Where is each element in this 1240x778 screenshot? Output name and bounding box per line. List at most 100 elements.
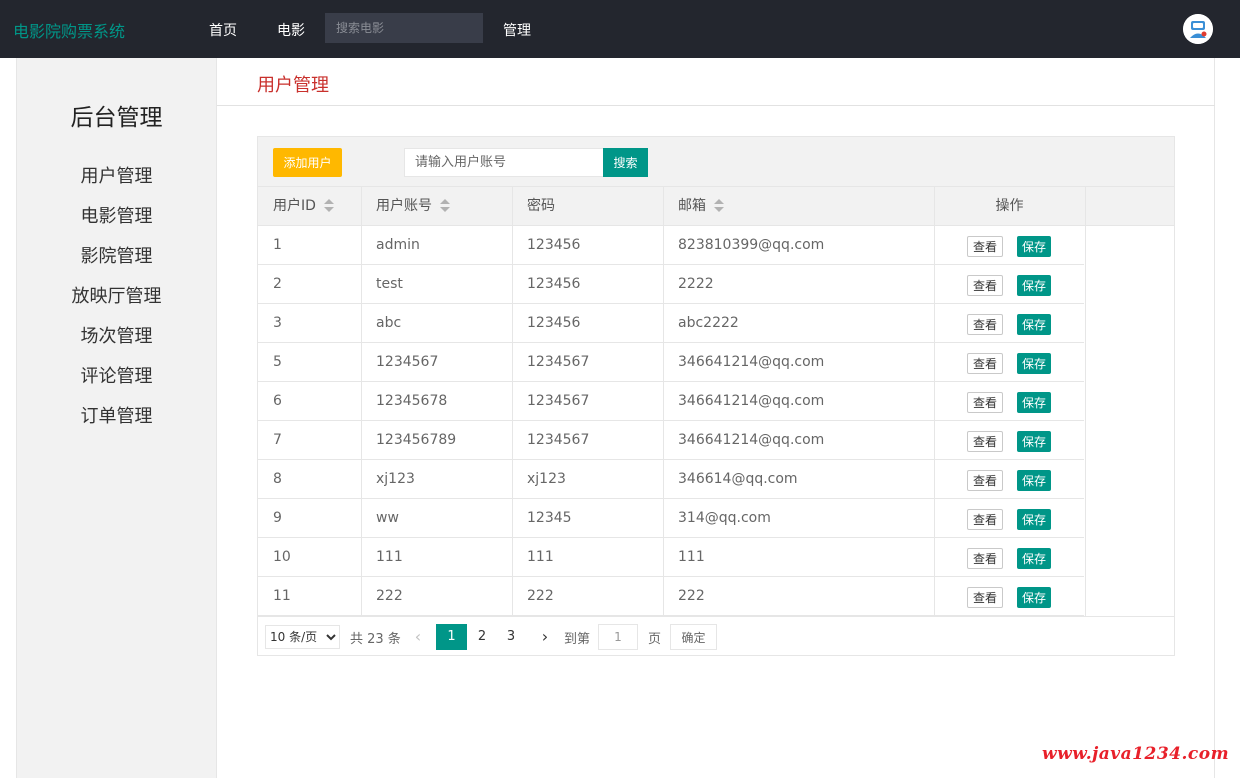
cell-account: abc — [376, 315, 402, 331]
cell-account: 12345678 — [376, 393, 448, 409]
cell-user-id: 2 — [273, 276, 282, 292]
view-button[interactable]: 查看 — [967, 548, 1003, 569]
column-header-password: 密码 — [527, 198, 555, 214]
table-toolbar: 添加用户 搜索 — [258, 137, 1174, 187]
cell-user-id: 9 — [273, 510, 282, 526]
sort-icon[interactable] — [323, 199, 334, 213]
cell-email: 2222 — [678, 276, 714, 292]
view-button[interactable]: 查看 — [967, 470, 1003, 491]
save-button[interactable]: 保存 — [1017, 587, 1051, 608]
cell-user-id: 8 — [273, 471, 282, 487]
user-account-search-input[interactable] — [404, 148, 604, 177]
save-button[interactable]: 保存 — [1017, 470, 1051, 491]
save-button[interactable]: 保存 — [1017, 314, 1051, 335]
table-row: 2 test 123456 2222 查看 保存 — [258, 265, 1084, 304]
title-divider — [217, 105, 1215, 106]
view-button[interactable]: 查看 — [967, 353, 1003, 374]
nav-manage-link[interactable]: 管理 — [503, 20, 531, 40]
sidebar-item-movie-management[interactable]: 电影管理 — [17, 202, 216, 228]
total-count: 共 23 条 — [350, 632, 401, 647]
cell-user-id: 7 — [273, 432, 282, 448]
cell-user-id: 3 — [273, 315, 282, 331]
cell-email: 823810399@qq.com — [678, 237, 825, 253]
sort-icon[interactable] — [440, 199, 450, 213]
cell-password: 222 — [527, 588, 554, 604]
search-button[interactable]: 搜索 — [603, 148, 648, 177]
user-table-panel: 添加用户 搜索 用户ID 用户账号 密码 邮箱 操作 1admin1234568… — [257, 136, 1175, 656]
page-button-1[interactable]: 1 — [436, 624, 467, 650]
cell-account: 1234567 — [376, 354, 439, 370]
goto-page-input[interactable] — [598, 624, 638, 650]
sort-icon[interactable] — [714, 199, 724, 213]
next-page-icon[interactable]: › — [535, 624, 555, 650]
goto-label: 到第 — [564, 632, 591, 647]
sidebar-item-user-management[interactable]: 用户管理 — [17, 162, 216, 188]
grid-line — [1085, 187, 1086, 616]
cell-password: 1234567 — [527, 432, 590, 448]
movie-search-input[interactable] — [325, 13, 483, 43]
cell-password: xj123 — [527, 471, 566, 487]
cell-password: 111 — [527, 549, 554, 565]
column-header-user-id[interactable]: 用户ID — [273, 187, 334, 226]
prev-page-icon[interactable]: ‹ — [408, 624, 428, 650]
save-button[interactable]: 保存 — [1017, 548, 1051, 569]
cell-email: 346614@qq.com — [678, 471, 798, 487]
view-button[interactable]: 查看 — [967, 431, 1003, 452]
goto-confirm-button[interactable]: 确定 — [670, 624, 717, 650]
sidebar-item-order-management[interactable]: 订单管理 — [17, 402, 216, 428]
cell-password: 123456 — [527, 315, 581, 331]
column-header-email[interactable]: 邮箱 — [678, 187, 724, 226]
page-unit-label: 页 — [648, 632, 662, 647]
cell-email: 222 — [678, 588, 705, 604]
view-button[interactable]: 查看 — [967, 236, 1003, 257]
page-button-2[interactable]: 2 — [468, 624, 496, 650]
save-button[interactable]: 保存 — [1017, 431, 1051, 452]
sidebar-item-comment-management[interactable]: 评论管理 — [17, 362, 216, 388]
save-button[interactable]: 保存 — [1017, 509, 1051, 530]
cell-account: 222 — [376, 588, 403, 604]
save-button[interactable]: 保存 — [1017, 392, 1051, 413]
cell-user-id: 5 — [273, 354, 282, 370]
content-right-border — [1214, 58, 1215, 778]
save-button[interactable]: 保存 — [1017, 353, 1051, 374]
cell-email: 346641214@qq.com — [678, 432, 825, 448]
cell-password: 1234567 — [527, 393, 590, 409]
nav-home-link[interactable]: 首页 — [209, 20, 237, 40]
cell-account: test — [376, 276, 403, 292]
page-title: 用户管理 — [257, 75, 329, 96]
cell-email: abc2222 — [678, 315, 739, 331]
user-avatar[interactable] — [1183, 14, 1213, 44]
view-button[interactable]: 查看 — [967, 392, 1003, 413]
view-button[interactable]: 查看 — [967, 509, 1003, 530]
cell-email: 346641214@qq.com — [678, 354, 825, 370]
nav-movies-link[interactable]: 电影 — [277, 20, 305, 40]
cell-account: 111 — [376, 549, 403, 565]
admin-sidebar: 后台管理 用户管理 电影管理 影院管理 放映厅管理 场次管理 评论管理 订单管理 — [16, 58, 217, 778]
cell-password: 12345 — [527, 510, 572, 526]
cell-password: 1234567 — [527, 354, 590, 370]
watermark-text: www.java1234.com — [1042, 744, 1230, 764]
save-button[interactable]: 保存 — [1017, 275, 1051, 296]
view-button[interactable]: 查看 — [967, 587, 1003, 608]
save-button[interactable]: 保存 — [1017, 236, 1051, 257]
column-header-actions: 操作 — [995, 198, 1024, 214]
page-button-3[interactable]: 3 — [497, 624, 525, 650]
table-row: 10 111 111 111 查看 保存 — [258, 538, 1084, 577]
page-size-select[interactable]: 10 条/页 — [265, 625, 340, 649]
column-header-account[interactable]: 用户账号 — [376, 187, 450, 226]
add-user-button[interactable]: 添加用户 — [273, 148, 342, 177]
pagination: 10 条/页 共 23 条 ‹ 1 2 3 › 到第 页 确定 — [258, 616, 1174, 656]
view-button[interactable]: 查看 — [967, 314, 1003, 335]
sidebar-item-cinema-management[interactable]: 影院管理 — [17, 242, 216, 268]
sidebar-item-hall-management[interactable]: 放映厅管理 — [17, 282, 216, 308]
top-navbar: 电影院购票系统 首页 电影 管理 — [0, 0, 1240, 58]
avatar-icon — [1183, 14, 1213, 44]
cell-user-id: 1 — [273, 237, 282, 253]
cell-password: 123456 — [527, 276, 581, 292]
brand-logo-text[interactable]: 电影院购票系统 — [13, 18, 125, 42]
cell-email: 111 — [678, 549, 705, 565]
cell-user-id: 10 — [273, 549, 291, 565]
table-row: 1 admin 123456 823810399@qq.com 查看 保存 — [258, 226, 1084, 265]
sidebar-item-schedule-management[interactable]: 场次管理 — [17, 322, 216, 348]
view-button[interactable]: 查看 — [967, 275, 1003, 296]
